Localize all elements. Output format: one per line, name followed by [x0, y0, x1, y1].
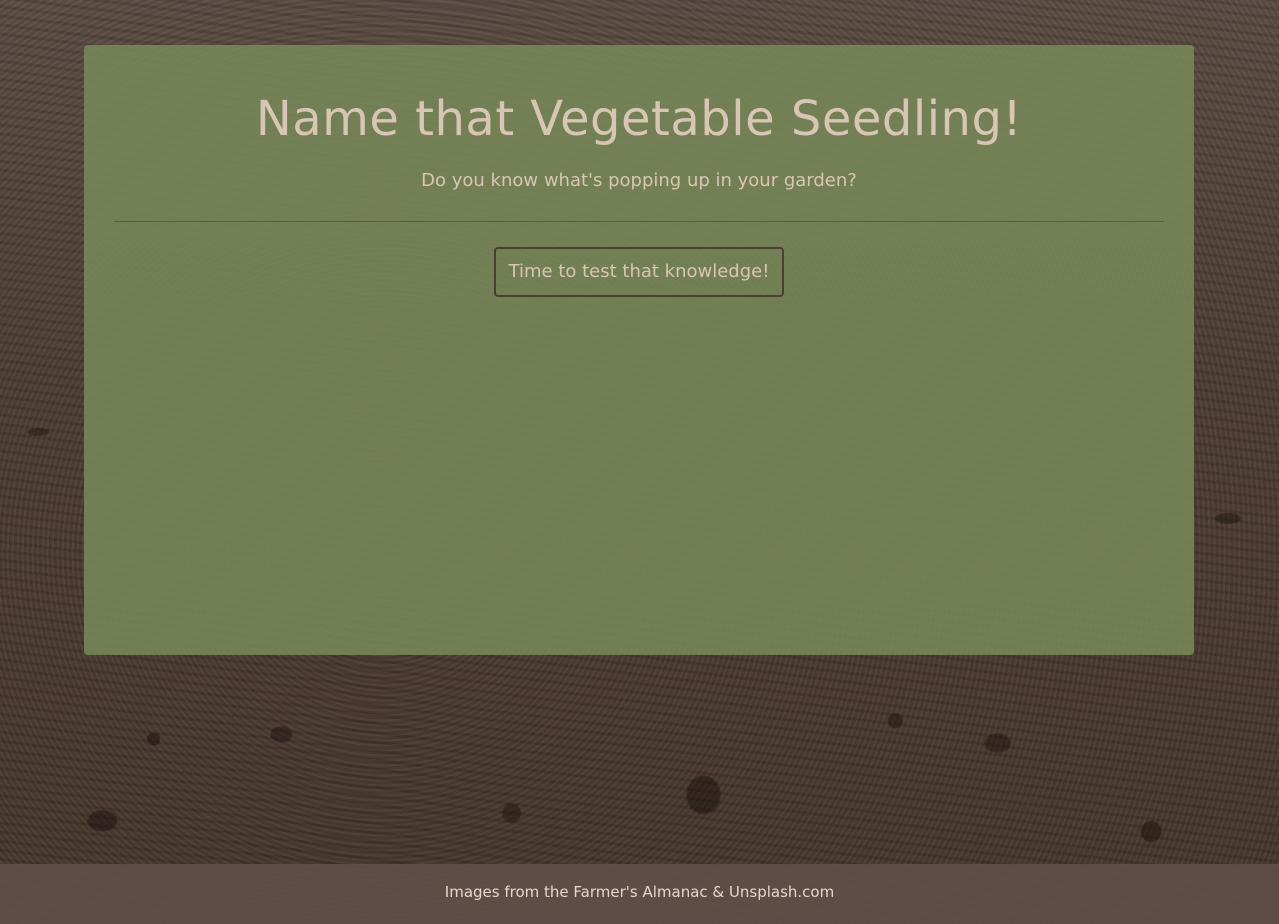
page-subtitle: Do you know what's popping up in your ga…: [421, 170, 857, 191]
start-quiz-button[interactable]: Time to test that knowledge!: [494, 247, 784, 297]
image-credits: Images from the Farmer's Almanac & Unspl…: [444, 883, 835, 901]
page-title: Name that Vegetable Seedling!: [255, 91, 1023, 147]
footer: Images from the Farmer's Almanac & Unspl…: [0, 864, 1279, 924]
divider: [114, 221, 1164, 222]
quiz-intro-card: Name that Vegetable Seedling! Do you kno…: [84, 45, 1194, 655]
